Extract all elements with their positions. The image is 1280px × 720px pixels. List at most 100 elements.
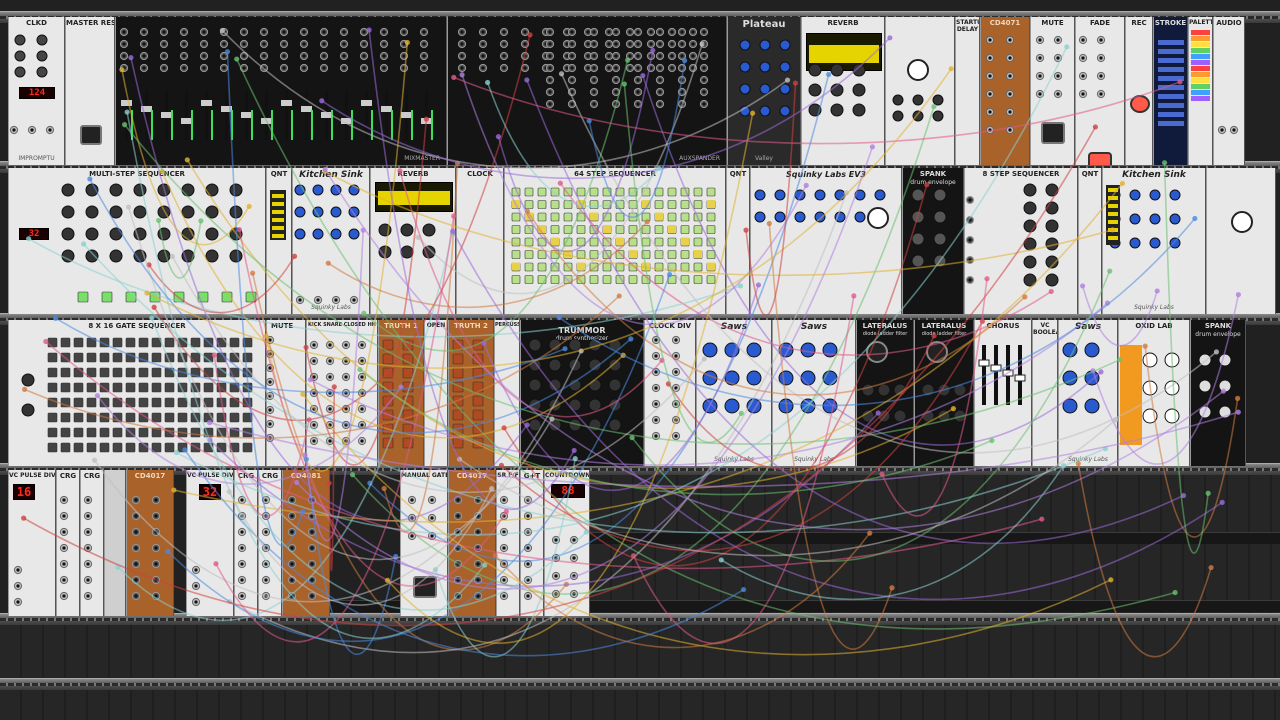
knob[interactable] — [1023, 273, 1037, 287]
step-pad[interactable] — [589, 275, 599, 284]
step-pad[interactable] — [667, 237, 677, 247]
knob[interactable] — [85, 227, 99, 241]
palette-swatch[interactable] — [1191, 66, 1210, 71]
knob[interactable] — [739, 39, 751, 51]
step-pad[interactable] — [203, 427, 214, 438]
step-pad[interactable] — [524, 187, 534, 197]
knob[interactable] — [21, 403, 35, 417]
step-pad[interactable] — [73, 397, 84, 408]
step-pad[interactable] — [472, 409, 484, 421]
knob[interactable] — [911, 210, 925, 224]
step-pad[interactable] — [149, 291, 161, 303]
step-pad[interactable] — [576, 187, 586, 197]
step-pad[interactable] — [452, 381, 464, 393]
step-pad[interactable] — [177, 352, 188, 363]
knob[interactable] — [568, 398, 582, 412]
knob[interactable] — [933, 254, 947, 268]
step-pad[interactable] — [654, 250, 664, 259]
knob[interactable] — [1218, 405, 1232, 419]
step-pad[interactable] — [203, 397, 214, 408]
knob[interactable] — [1023, 237, 1037, 251]
step-pad[interactable] — [654, 275, 664, 284]
step-pad[interactable] — [680, 212, 690, 222]
step-pad[interactable] — [382, 367, 394, 379]
step-pad[interactable] — [602, 250, 612, 259]
step-pad[interactable] — [628, 225, 638, 234]
step-pad[interactable] — [221, 291, 233, 303]
step-pad[interactable] — [101, 291, 113, 303]
knob[interactable] — [779, 61, 791, 73]
knob[interactable] — [830, 103, 844, 117]
step-pad[interactable] — [99, 352, 110, 363]
fader[interactable] — [1002, 369, 1014, 377]
knob-large[interactable] — [907, 59, 929, 81]
knob[interactable] — [157, 227, 171, 241]
step-pad[interactable] — [86, 337, 97, 348]
step-pad[interactable] — [125, 352, 136, 363]
palette-swatch[interactable] — [1191, 30, 1210, 35]
step-pad[interactable] — [550, 200, 560, 209]
step-pad[interactable] — [112, 412, 123, 423]
step-pad[interactable] — [402, 353, 414, 365]
step-pad[interactable] — [177, 367, 188, 378]
knob[interactable] — [1164, 352, 1180, 368]
step-pad[interactable] — [73, 412, 84, 423]
step-pad[interactable] — [197, 291, 209, 303]
step-pad-active[interactable] — [603, 225, 611, 233]
step-pad[interactable] — [138, 367, 149, 378]
step-pad[interactable] — [693, 275, 703, 284]
fader[interactable] — [1014, 374, 1026, 382]
knob[interactable] — [822, 370, 838, 386]
step-pad[interactable] — [452, 423, 464, 435]
step-pad[interactable] — [190, 442, 201, 453]
step-pad[interactable] — [693, 187, 703, 197]
knob[interactable] — [588, 378, 602, 392]
knob[interactable] — [912, 94, 924, 106]
step-pad[interactable] — [47, 412, 58, 423]
knob[interactable] — [794, 211, 806, 223]
knob[interactable] — [724, 342, 740, 358]
step-pad[interactable] — [680, 262, 690, 272]
step-pad-active[interactable] — [512, 262, 520, 271]
step-pad[interactable] — [60, 382, 71, 393]
step-pad[interactable] — [216, 442, 227, 453]
step-pad-active[interactable] — [642, 262, 650, 271]
step-pad[interactable] — [47, 337, 58, 348]
step-pad[interactable] — [216, 427, 227, 438]
step-pad[interactable] — [680, 187, 690, 197]
step-pad[interactable] — [164, 337, 175, 348]
knob[interactable] — [109, 227, 123, 241]
step-pad[interactable] — [190, 412, 201, 423]
step-pad[interactable] — [537, 237, 547, 247]
step-pad[interactable] — [537, 212, 547, 222]
step-pad[interactable] — [216, 412, 227, 423]
knob[interactable] — [548, 378, 562, 392]
step-pad[interactable] — [190, 427, 201, 438]
fader[interactable] — [161, 112, 172, 118]
knob[interactable] — [746, 398, 762, 414]
step-pad[interactable] — [693, 237, 703, 247]
knob[interactable] — [548, 338, 562, 352]
step-pad[interactable] — [190, 367, 201, 378]
knob[interactable] — [85, 205, 99, 219]
step-pad[interactable] — [229, 412, 240, 423]
step-pad[interactable] — [680, 200, 690, 209]
step-pad-active[interactable] — [564, 250, 572, 258]
knob[interactable] — [548, 398, 562, 412]
step-pad[interactable] — [216, 382, 227, 393]
step-pad-active[interactable] — [538, 225, 546, 233]
step-pad[interactable] — [641, 212, 651, 222]
step-pad[interactable] — [229, 382, 240, 393]
step-pad[interactable] — [203, 412, 214, 423]
step-pad[interactable] — [125, 291, 137, 303]
knob[interactable] — [933, 188, 947, 202]
knob[interactable] — [608, 338, 622, 352]
step-pad[interactable] — [402, 437, 414, 449]
step-pad[interactable] — [628, 275, 638, 284]
knob[interactable] — [61, 205, 75, 219]
step-pad[interactable] — [60, 397, 71, 408]
step-pad[interactable] — [203, 442, 214, 453]
step-pad[interactable] — [151, 397, 162, 408]
step-pad-active[interactable] — [629, 250, 637, 258]
knob[interactable] — [778, 342, 794, 358]
